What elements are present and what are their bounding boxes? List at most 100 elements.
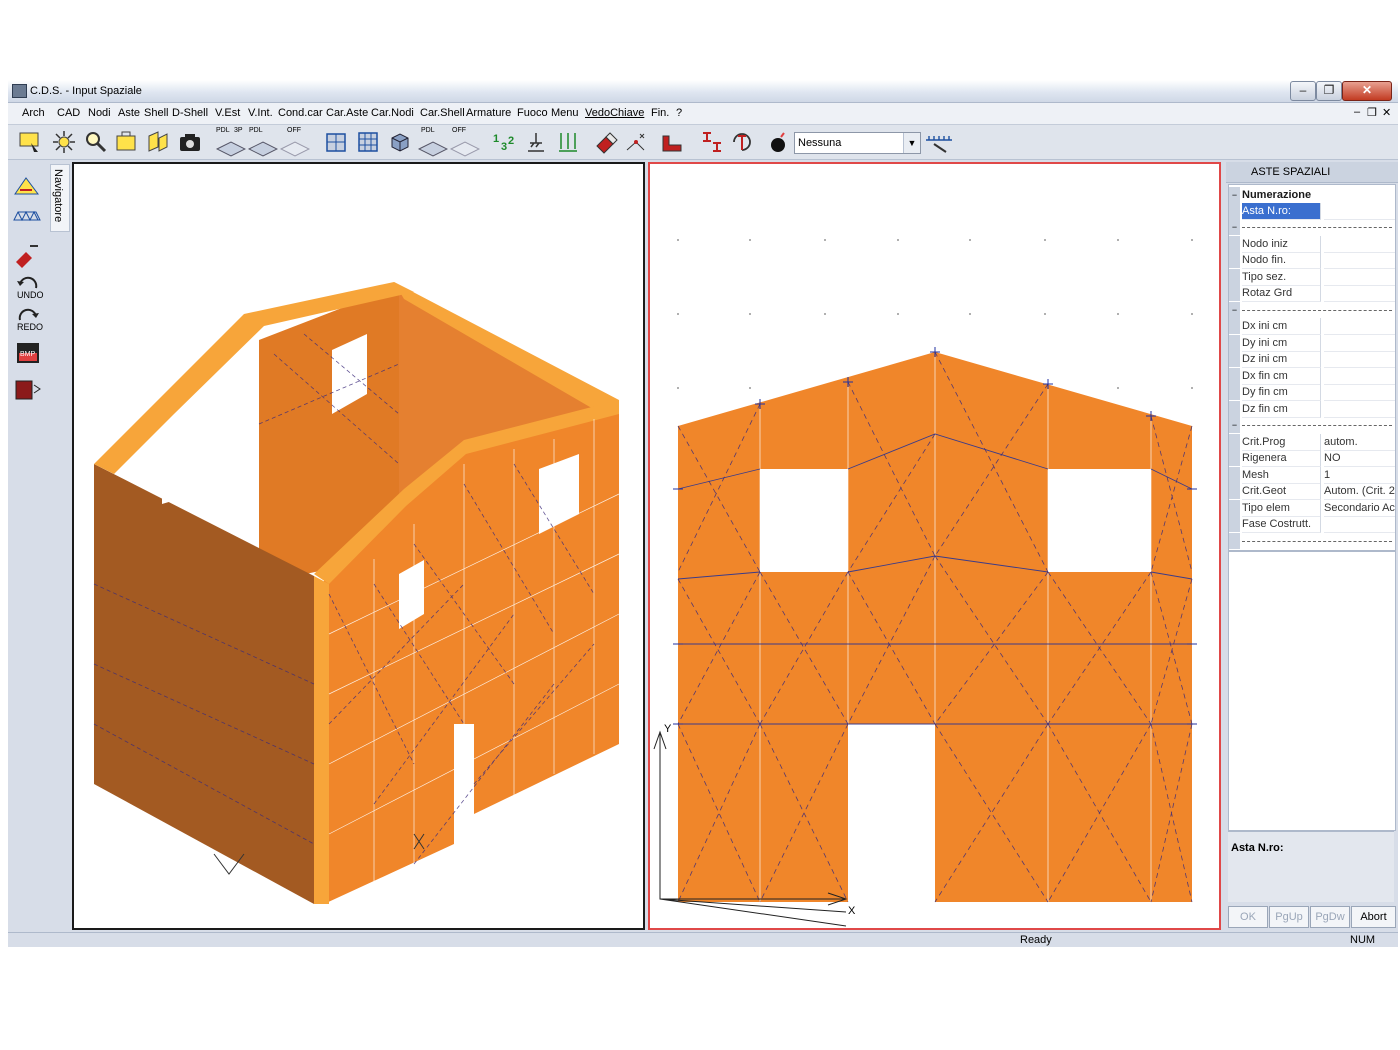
minimize-button[interactable]: – — [1290, 81, 1316, 101]
menu-nodi[interactable]: Nodi — [88, 107, 111, 119]
combo-selection[interactable]: Nessuna ▼ — [794, 132, 921, 154]
collapse-icon[interactable]: − — [1229, 417, 1240, 433]
asta-nro-value[interactable] — [1324, 203, 1395, 220]
row-rotaz-grd[interactable]: Rotaz Grd — [1229, 285, 1395, 302]
section-icon[interactable] — [146, 130, 170, 154]
print-icon[interactable] — [14, 375, 42, 403]
section-tools-icon[interactable] — [700, 130, 724, 154]
close-button[interactable]: ✕ — [1342, 81, 1392, 101]
redo-label[interactable]: REDO — [17, 322, 43, 332]
menu-fin[interactable]: Fin. — [651, 107, 669, 119]
menu-dshell[interactable]: D-Shell — [172, 107, 208, 119]
menu-carshell[interactable]: Car.Shell — [420, 107, 465, 119]
maximize-button[interactable]: ❐ — [1316, 81, 1342, 101]
navigator-tab-label: Navigatore — [52, 169, 64, 223]
collapse-icon[interactable]: − — [1229, 219, 1240, 235]
pdl-badge-1: PDL — [216, 127, 230, 134]
menu-vest[interactable]: V.Est — [215, 107, 240, 119]
zoom-icon[interactable] — [84, 130, 108, 154]
slab-plane-icon[interactable] — [418, 137, 448, 157]
restraint-icon[interactable] — [524, 130, 548, 154]
row-asta-nro[interactable]: Asta N.ro: — [1229, 203, 1395, 220]
redo-icon[interactable] — [16, 308, 40, 322]
structure-rotate-icon[interactable] — [12, 172, 42, 198]
bomb-icon[interactable] — [766, 130, 790, 154]
menu-aste[interactable]: Aste — [118, 107, 140, 119]
frame-view-icon[interactable] — [324, 130, 348, 154]
3d-box-icon[interactable] — [388, 130, 412, 154]
menu-cad[interactable]: CAD — [57, 107, 80, 119]
numbering-icon[interactable]: 13 2 — [492, 130, 516, 154]
asta-nro-label: Asta N.ro: — [1242, 203, 1321, 220]
row-crit-prog[interactable]: Crit.Prog autom. — [1229, 434, 1395, 451]
view-navigation-icon[interactable] — [924, 130, 954, 154]
collapse-icon[interactable]: − — [1229, 302, 1240, 318]
row-dx-ini[interactable]: Dx ini cm — [1229, 318, 1395, 335]
row-tipo-sez[interactable]: Tipo sez. — [1229, 269, 1395, 286]
explode-icon[interactable] — [52, 130, 76, 154]
elevation-drawing: Y X — [653, 239, 1197, 927]
rotate-section-icon[interactable] — [730, 130, 754, 154]
menu-help[interactable]: ? — [676, 107, 682, 119]
truss-icon[interactable] — [12, 206, 42, 224]
menu-arch[interactable]: Arch — [22, 107, 45, 119]
row-nodo-iniz[interactable]: Nodo iniz — [1229, 236, 1395, 253]
row-rigenera[interactable]: Rigenera NO — [1229, 450, 1395, 467]
row-dz-fin[interactable]: Dz fin cm — [1229, 401, 1395, 418]
angle-icon[interactable] — [660, 130, 684, 154]
abort-button[interactable]: Abort — [1351, 906, 1396, 928]
select-window-icon[interactable] — [18, 130, 42, 154]
element-edit-icon[interactable] — [12, 240, 42, 270]
menu-caraste[interactable]: Car.Aste — [326, 107, 368, 119]
pdl-badge-2: PDL — [249, 127, 263, 134]
row-dy-ini[interactable]: Dy ini cm — [1229, 335, 1395, 352]
status-bar: Ready NUM — [8, 932, 1398, 947]
menu-menu[interactable]: Menu — [551, 107, 579, 119]
status-ready: Ready — [1020, 934, 1052, 946]
floor-plane-off-icon[interactable] — [280, 137, 310, 157]
collapse-icon[interactable]: − — [1229, 187, 1240, 203]
camera-icon[interactable] — [178, 130, 202, 154]
row-nodo-fin[interactable]: Nodo fin. — [1229, 252, 1395, 269]
building-view-icon[interactable] — [356, 130, 380, 154]
eraser-icon[interactable] — [594, 130, 618, 154]
category-numerazione[interactable]: − Numerazione — [1229, 187, 1395, 203]
floor-plane-2-icon[interactable] — [248, 137, 278, 157]
menu-vedochiave[interactable]: VedoChiave — [585, 107, 644, 119]
status-num: NUM — [1350, 934, 1376, 946]
undo-icon[interactable] — [16, 276, 40, 290]
mdi-minimize-button[interactable]: – — [1354, 106, 1360, 118]
row-dy-fin[interactable]: Dy fin cm — [1229, 384, 1395, 401]
row-crit-geot[interactable]: Crit.Geot Autom. (Crit. 2 — [1229, 483, 1395, 500]
row-mesh[interactable]: Mesh 1 — [1229, 467, 1395, 484]
row-dz-ini[interactable]: Dz ini cm — [1229, 351, 1395, 368]
undo-label[interactable]: UNDO — [17, 290, 44, 300]
chevron-down-icon[interactable]: ▼ — [903, 133, 920, 153]
menu-carnodi[interactable]: Car.Nodi — [371, 107, 414, 119]
pgdw-button[interactable]: PgDw — [1310, 906, 1350, 928]
3p-badge: 3P — [234, 127, 243, 134]
load-icon[interactable] — [556, 130, 580, 154]
menu-shell[interactable]: Shell — [144, 107, 168, 119]
slab-plane-off-icon[interactable] — [450, 137, 480, 157]
navigator-tab[interactable]: Navigatore — [50, 164, 70, 232]
viewport-3d[interactable] — [72, 162, 645, 930]
separator-row — [1229, 533, 1395, 549]
floor-plane-1-icon[interactable] — [216, 137, 246, 157]
move-node-icon[interactable] — [624, 130, 648, 154]
pan-icon[interactable] — [114, 130, 138, 154]
off-badge-2: OFF — [452, 127, 466, 134]
mdi-close-button[interactable]: ✕ — [1382, 106, 1391, 119]
menu-condcar[interactable]: Cond.car — [278, 107, 323, 119]
pgup-button[interactable]: PgUp — [1269, 906, 1309, 928]
ok-button[interactable]: OK — [1228, 906, 1268, 928]
row-fase-costrutt[interactable]: Fase Costrutt. — [1229, 516, 1395, 533]
viewport-elevation[interactable]: Y X — [648, 162, 1221, 930]
row-tipo-elem[interactable]: Tipo elem Secondario Ac — [1229, 500, 1395, 517]
mdi-restore-button[interactable]: ❐ — [1367, 106, 1377, 119]
menu-fuoco[interactable]: Fuoco — [517, 107, 548, 119]
row-dx-fin[interactable]: Dx fin cm — [1229, 368, 1395, 385]
menu-vint[interactable]: V.Int. — [248, 107, 273, 119]
menu-armature[interactable]: Armature — [466, 107, 511, 119]
svg-text:1: 1 — [493, 133, 499, 145]
